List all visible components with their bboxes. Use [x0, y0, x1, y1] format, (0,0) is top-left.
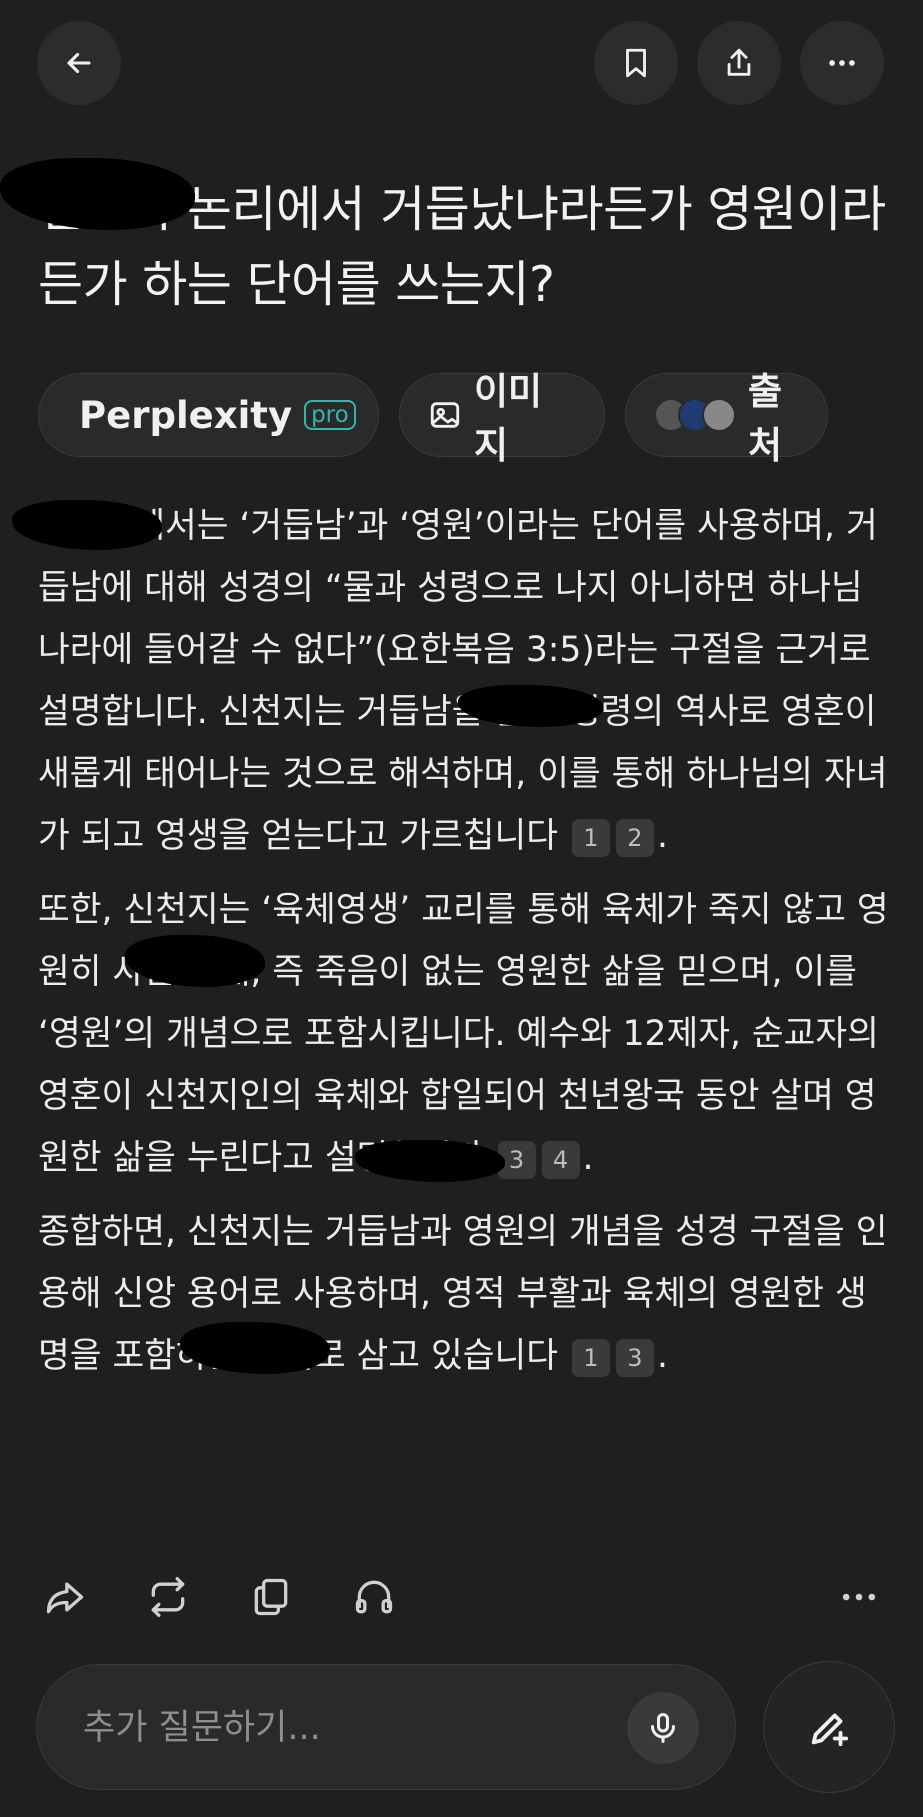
period: . [656, 816, 668, 856]
answer-paragraph: 종합하면, 신천지는 거듭남과 영원의 개념을 성경 구절을 인용해 신앙 용어… [38, 1201, 893, 1387]
back-button[interactable] [37, 21, 121, 105]
tab-sources-label: 출처 [748, 370, 783, 467]
share-button[interactable] [697, 21, 781, 105]
tab-perplexity-label: Perplexity [79, 393, 293, 437]
source-avatars [654, 398, 736, 432]
source-favicon [702, 398, 736, 432]
answer-more-button[interactable] [832, 1570, 886, 1624]
tab-images-label: 이미지 [473, 370, 543, 467]
repeat-icon [151, 1577, 185, 1617]
more-horizontal-icon [829, 60, 855, 66]
period: . [582, 1138, 594, 1178]
follow-up-composer [36, 1664, 736, 1790]
period: . [656, 1336, 668, 1376]
redaction-mark [0, 158, 195, 230]
redaction-mark [12, 500, 162, 550]
copy-icon [254, 1578, 288, 1616]
tab-sources[interactable]: 출처 [625, 370, 828, 467]
follow-up-input[interactable] [81, 1695, 605, 1761]
answer-paragraph: 신천지에서는 ‘거듭남’과 ‘영원’이라는 단어를 사용하며, 거듭남에 대해 … [38, 495, 893, 867]
citation-badge[interactable]: 3 [615, 1338, 654, 1377]
copy-button[interactable] [244, 1570, 298, 1624]
answer-paragraph-text: 종합하면, 신천지는 거듭남과 영원의 개념을 성경 구절을 인용해 신앙 용어… [38, 1212, 888, 1376]
share-icon [727, 48, 751, 76]
pro-badge: pro [304, 400, 356, 430]
pencil-plus-icon [811, 1713, 849, 1747]
more-button[interactable] [800, 21, 884, 105]
answer-actions [38, 1570, 886, 1630]
tab-images[interactable]: 이미지 [399, 370, 605, 467]
share-answer-button[interactable] [38, 1570, 92, 1624]
citation-badge[interactable]: 1 [571, 1338, 610, 1377]
tab-perplexity[interactable]: Perplexity pro [38, 373, 379, 457]
listen-button[interactable] [347, 1570, 401, 1624]
source-tabs: Perplexity pro 이미지 출처 [38, 370, 828, 467]
forward-icon [46, 1582, 84, 1614]
arrow-left-icon [67, 52, 91, 74]
voice-input-button[interactable] [627, 1692, 699, 1764]
new-thread-button[interactable] [763, 1661, 895, 1793]
citation-badge[interactable]: 2 [615, 818, 654, 857]
microphone-icon [651, 1713, 675, 1743]
bookmark-icon [626, 48, 646, 78]
rewrite-button[interactable] [141, 1570, 195, 1624]
more-horizontal-icon [842, 1593, 876, 1601]
citation-badge[interactable]: 1 [571, 818, 610, 857]
image-icon [430, 402, 460, 428]
citation-badge[interactable]: 4 [541, 1140, 580, 1179]
answer-paragraph-text: 또한, 신천지는 ‘육체영생’ 교리를 통해 육체가 죽지 않고 영원히 사는 … [38, 890, 889, 1178]
answer-paragraph-text: 신천지에서는 ‘거듭남’과 ‘영원’이라는 단어를 사용하며, 거듭남에 대해 … [38, 506, 888, 856]
headphones-icon [355, 1580, 393, 1614]
bookmark-button[interactable] [594, 21, 678, 105]
